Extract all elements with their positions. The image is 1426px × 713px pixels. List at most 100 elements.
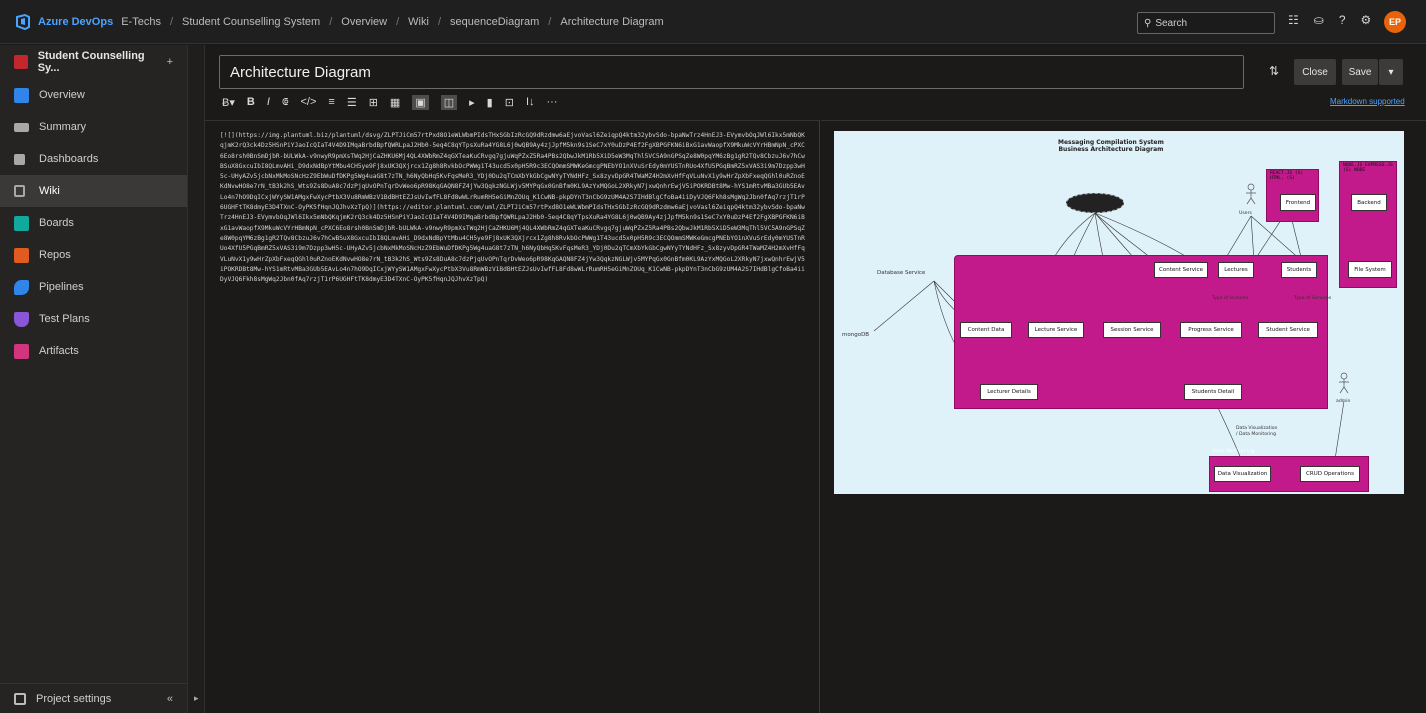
page-title-input[interactable]: Architecture Diagram — [219, 55, 1244, 89]
sidebar-item-dashboards[interactable]: Dashboards — [0, 143, 187, 175]
sidebar-item-pipelines[interactable]: Pipelines — [0, 271, 187, 303]
edge-label-type-of-services: Type of Services — [1294, 296, 1332, 301]
sidebar: Student Counselling Sy... + Overview Sum… — [0, 45, 187, 713]
diagram-title-line-2: Business Architecture Diagram — [1058, 146, 1164, 153]
breadcrumb-separator: / — [396, 15, 400, 28]
mention-icon[interactable]: ▮ — [487, 96, 493, 109]
sidebar-item-artifacts[interactable]: Artifacts — [0, 335, 187, 367]
link-icon[interactable]: ⟃ — [282, 96, 289, 109]
artifacts-icon — [14, 343, 29, 359]
breadcrumb-wiki[interactable]: Wiki — [408, 16, 429, 28]
markdown-supported-link[interactable]: Markdown supported — [1330, 97, 1405, 106]
text-format-icon[interactable]: I↓ — [526, 96, 535, 108]
student-service-node: Student Service — [1258, 322, 1318, 338]
save-menu-button[interactable]: ▾ — [1379, 59, 1403, 85]
sidebar-item-repos[interactable]: Repos — [0, 239, 187, 271]
repos-icon — [14, 247, 29, 263]
user-settings-icon[interactable]: ⚙ — [1361, 13, 1372, 27]
lecturer-details-node: Lecturer Details — [980, 384, 1038, 400]
sidebar-item-label: Pipelines — [39, 281, 84, 293]
azure-devops-logo-icon[interactable] — [14, 13, 32, 31]
backend-node: Backend — [1351, 194, 1387, 211]
italic-icon[interactable]: I — [267, 96, 270, 108]
avatar[interactable]: EP — [1384, 11, 1406, 33]
breadcrumb-separator: / — [437, 15, 442, 28]
bag-icon[interactable]: ⛀ — [1314, 13, 1324, 27]
edge-label-data-visualization: Data Visualization / Data Monitoring — [1236, 426, 1278, 437]
swap-icon[interactable]: ⇅ — [1269, 64, 1279, 78]
list-icon[interactable]: ☷ — [1288, 13, 1299, 27]
lectures-node: Lectures — [1218, 262, 1254, 278]
gear-icon — [14, 692, 26, 705]
top-icons: ☷ ⛀ ? ⚙ — [1288, 13, 1371, 27]
preview-toggle-icon[interactable]: ◫ — [440, 94, 458, 110]
side-by-side-icon[interactable]: ▣ — [412, 94, 429, 110]
project-name: Student Counselling Sy... — [37, 50, 145, 74]
content-service-top-node: Content Service — [1154, 262, 1208, 278]
editor-content[interactable]: [![](https://img.plantuml.biz/plantuml/d… — [220, 131, 807, 285]
backend-package-label: NODE.JS EXPRESS.JS (S) NODE — [1343, 163, 1393, 173]
sidebar-item-summary[interactable]: Summary — [0, 111, 187, 143]
sidebar-nav: Overview Summary Dashboards Wiki Boards … — [0, 79, 187, 367]
top-bar: Azure DevOps E-Techs / Student Counselli… — [0, 0, 1426, 44]
search-placeholder: Search — [1155, 17, 1188, 29]
sidebar-item-boards[interactable]: Boards — [0, 207, 187, 239]
file-system-node: File System — [1348, 261, 1392, 278]
breadcrumb-overview[interactable]: Overview — [341, 16, 387, 28]
diagram-title-line-1: Messaging Compilation System — [1058, 139, 1164, 146]
diagram-title: Messaging Compilation System Business Ar… — [1058, 139, 1164, 153]
brand-link[interactable]: Azure DevOps — [38, 16, 113, 28]
header-dropdown-icon[interactable]: Ƀ▾ — [222, 96, 235, 109]
wiki-icon — [14, 185, 25, 197]
breadcrumb-architecture-diagram[interactable]: Architecture Diagram — [560, 16, 663, 28]
breadcrumb-project[interactable]: Student Counselling System — [182, 16, 320, 28]
frontend-package-label: REACT.JS (S) HTML, (S) — [1270, 171, 1304, 181]
project-settings-label: Project settings — [36, 692, 112, 705]
data-visualization-node: Data Visualization — [1214, 466, 1271, 482]
dashboards-icon — [14, 153, 25, 165]
breadcrumb-org[interactable]: E-Techs — [121, 16, 161, 28]
fullscreen-icon[interactable]: ⊡ — [505, 96, 514, 109]
breadcrumb-separator: / — [329, 15, 333, 28]
breadcrumb-sequence-diagram[interactable]: sequenceDiagram — [450, 16, 539, 28]
architecture-diagram-image: Messaging Compilation System Business Ar… — [834, 131, 1404, 494]
edge-label-type-of-lectures: Type of lectures — [1212, 296, 1249, 301]
internet-cloud-icon — [1066, 193, 1124, 213]
bulleted-list-icon[interactable]: ≡ — [328, 96, 334, 108]
breadcrumb: Azure DevOps E-Techs / Student Counselli… — [38, 16, 664, 28]
sidebar-item-wiki[interactable]: Wiki — [0, 175, 187, 207]
sidebar-item-label: Test Plans — [39, 313, 90, 325]
sidebar-item-test-plans[interactable]: Test Plans — [0, 303, 187, 335]
project-selector[interactable]: Student Counselling Sy... + — [0, 45, 187, 79]
editor-toolbar: Ƀ▾ B I ⟃ </> ≡ ☰ ⊞ ▦ ▣ ◫ ▸ ▮ ⊡ I↓ ··· — [222, 93, 558, 111]
collapse-icon[interactable]: « — [167, 693, 173, 705]
numbered-list-icon[interactable]: ☰ — [347, 96, 357, 109]
session-service-node: Session Service — [1103, 322, 1161, 338]
users-label: Users — [1239, 211, 1252, 216]
crud-operations-node: CRUD Operations — [1300, 466, 1360, 482]
sidebar-item-overview[interactable]: Overview — [0, 79, 187, 111]
close-button[interactable]: Close — [1294, 59, 1336, 85]
students-node: Students — [1281, 262, 1317, 278]
add-icon[interactable]: + — [167, 56, 173, 68]
mongodb-label: mongoDB — [842, 332, 870, 338]
more-options-icon[interactable]: ··· — [547, 96, 558, 108]
students-detail-node: Students Detail — [1184, 384, 1242, 400]
search-input[interactable]: ⚲ Search — [1137, 12, 1275, 34]
project-settings[interactable]: Project settings « — [0, 683, 187, 713]
help-icon[interactable]: ? — [1339, 13, 1346, 27]
lecture-service-node: Lecture Service — [1028, 322, 1084, 338]
sidebar-item-label: Artifacts — [39, 345, 79, 357]
summary-icon — [14, 122, 29, 132]
boards-icon — [14, 215, 29, 231]
code-icon[interactable]: </> — [300, 96, 316, 108]
expand-tree-icon[interactable]: ▸ — [194, 693, 199, 704]
table-icon[interactable]: ⊞ — [369, 96, 378, 109]
save-button[interactable]: Save — [1342, 59, 1378, 85]
frontend-node: Frontend — [1280, 194, 1316, 211]
bold-icon[interactable]: B — [247, 96, 255, 108]
markdown-editor[interactable]: [![](https://img.plantuml.biz/plantuml/d… — [205, 120, 820, 713]
tree-pane-divider[interactable]: ▸ — [187, 45, 205, 713]
attach-icon[interactable]: ▸ — [469, 96, 475, 109]
image-icon[interactable]: ▦ — [390, 96, 400, 109]
